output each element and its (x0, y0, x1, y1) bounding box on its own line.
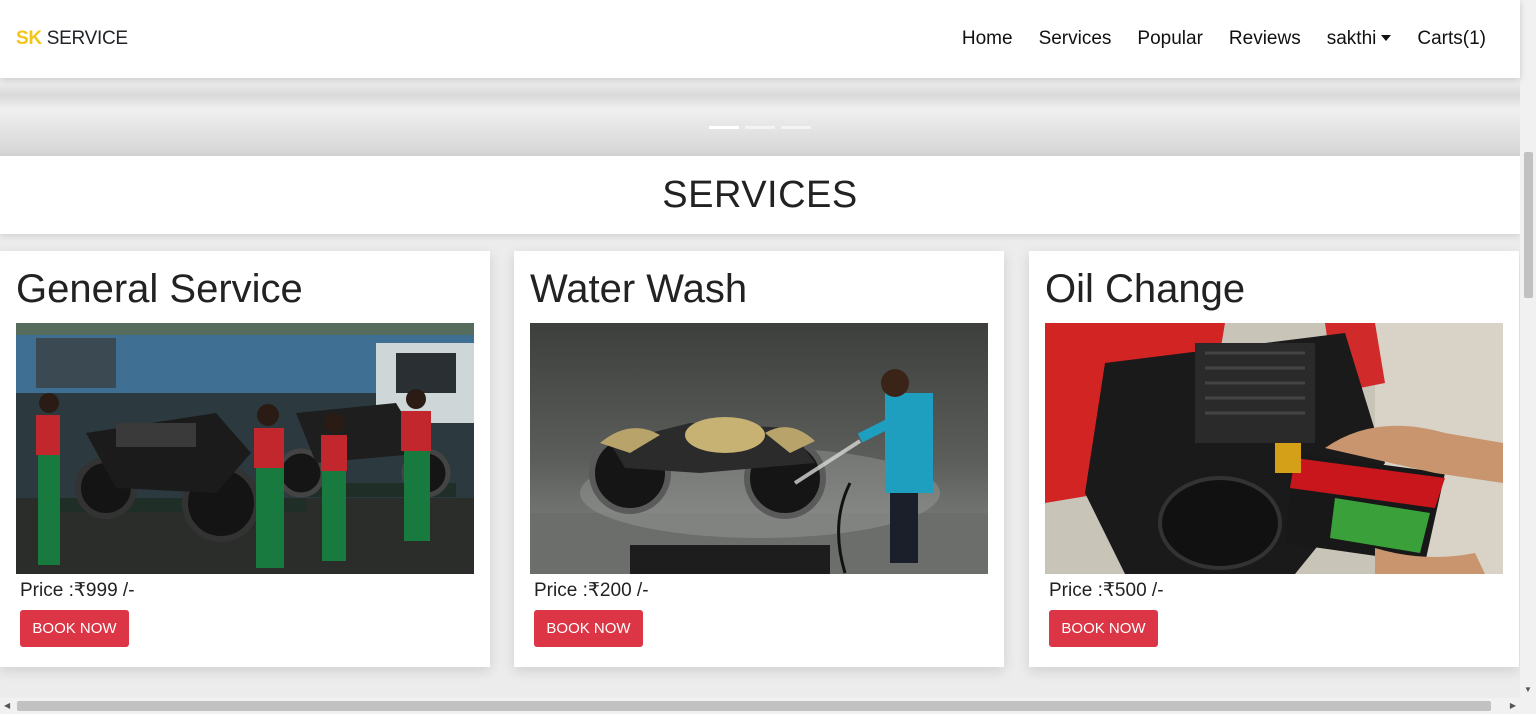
nav-home[interactable]: Home (962, 28, 1013, 50)
services-heading: SERVICES (662, 173, 858, 216)
nav-carts[interactable]: Carts(1) (1417, 28, 1486, 50)
nav-user-label: sakthi (1326, 28, 1377, 49)
card-title: Water Wash (530, 267, 748, 311)
services-header: SERVICES (0, 156, 1520, 234)
carousel-indicators (709, 126, 811, 129)
carousel-indicator-1[interactable] (709, 126, 739, 129)
general-service-image (16, 323, 474, 574)
nav-links: Home Services Popular Reviews sakthi Car… (962, 28, 1486, 50)
oil-change-image (1045, 323, 1503, 574)
scroll-down-arrow-icon[interactable]: ▼ (1524, 685, 1532, 694)
navbar: SK SERVICE Home Services Popular Reviews… (0, 0, 1520, 78)
water-wash-image (530, 323, 988, 574)
nav-reviews[interactable]: Reviews (1229, 28, 1301, 50)
card-title: Oil Change (1045, 267, 1246, 311)
service-card-general: General Service Price:₹999 /- BOOK NOW (0, 251, 490, 667)
brand-accent: SK (16, 28, 42, 49)
nav-popular[interactable]: Popular (1137, 28, 1203, 50)
brand-logo[interactable]: SK SERVICE (16, 28, 128, 50)
horizontal-scrollbar[interactable]: ◀ ▶ (0, 698, 1536, 714)
caret-down-icon (1381, 35, 1392, 41)
nav-user-dropdown[interactable]: sakthi (1327, 28, 1392, 50)
horizontal-scrollbar-thumb[interactable] (17, 701, 1491, 711)
hero-carousel (0, 78, 1520, 156)
nav-services[interactable]: Services (1039, 28, 1112, 50)
carousel-indicator-3[interactable] (781, 126, 811, 129)
scroll-right-arrow-icon[interactable]: ▶ (1510, 701, 1516, 710)
card-price: Price :₹999 /- (20, 580, 135, 601)
book-now-button[interactable]: BOOK NOW (1049, 610, 1158, 647)
book-now-button[interactable]: BOOK NOW (534, 610, 643, 647)
card-price: Price :₹200 /- (534, 580, 649, 601)
carousel-indicator-2[interactable] (745, 126, 775, 129)
card-title: General Service (16, 267, 303, 311)
card-price: Price :₹500 /- (1049, 580, 1164, 601)
service-card-water-wash: Water Wash Price:₹200 /- BOOK NOW (514, 251, 1004, 667)
service-card-oil-change: Oil Change Price :₹500 /- BOOK NOW (1029, 251, 1519, 667)
vertical-scrollbar[interactable]: ▼ (1520, 0, 1536, 698)
scroll-left-arrow-icon[interactable]: ◀ (4, 701, 10, 710)
vertical-scrollbar-thumb[interactable] (1524, 152, 1533, 298)
book-now-button[interactable]: BOOK NOW (20, 610, 129, 647)
brand-name: SERVICE (41, 28, 128, 49)
